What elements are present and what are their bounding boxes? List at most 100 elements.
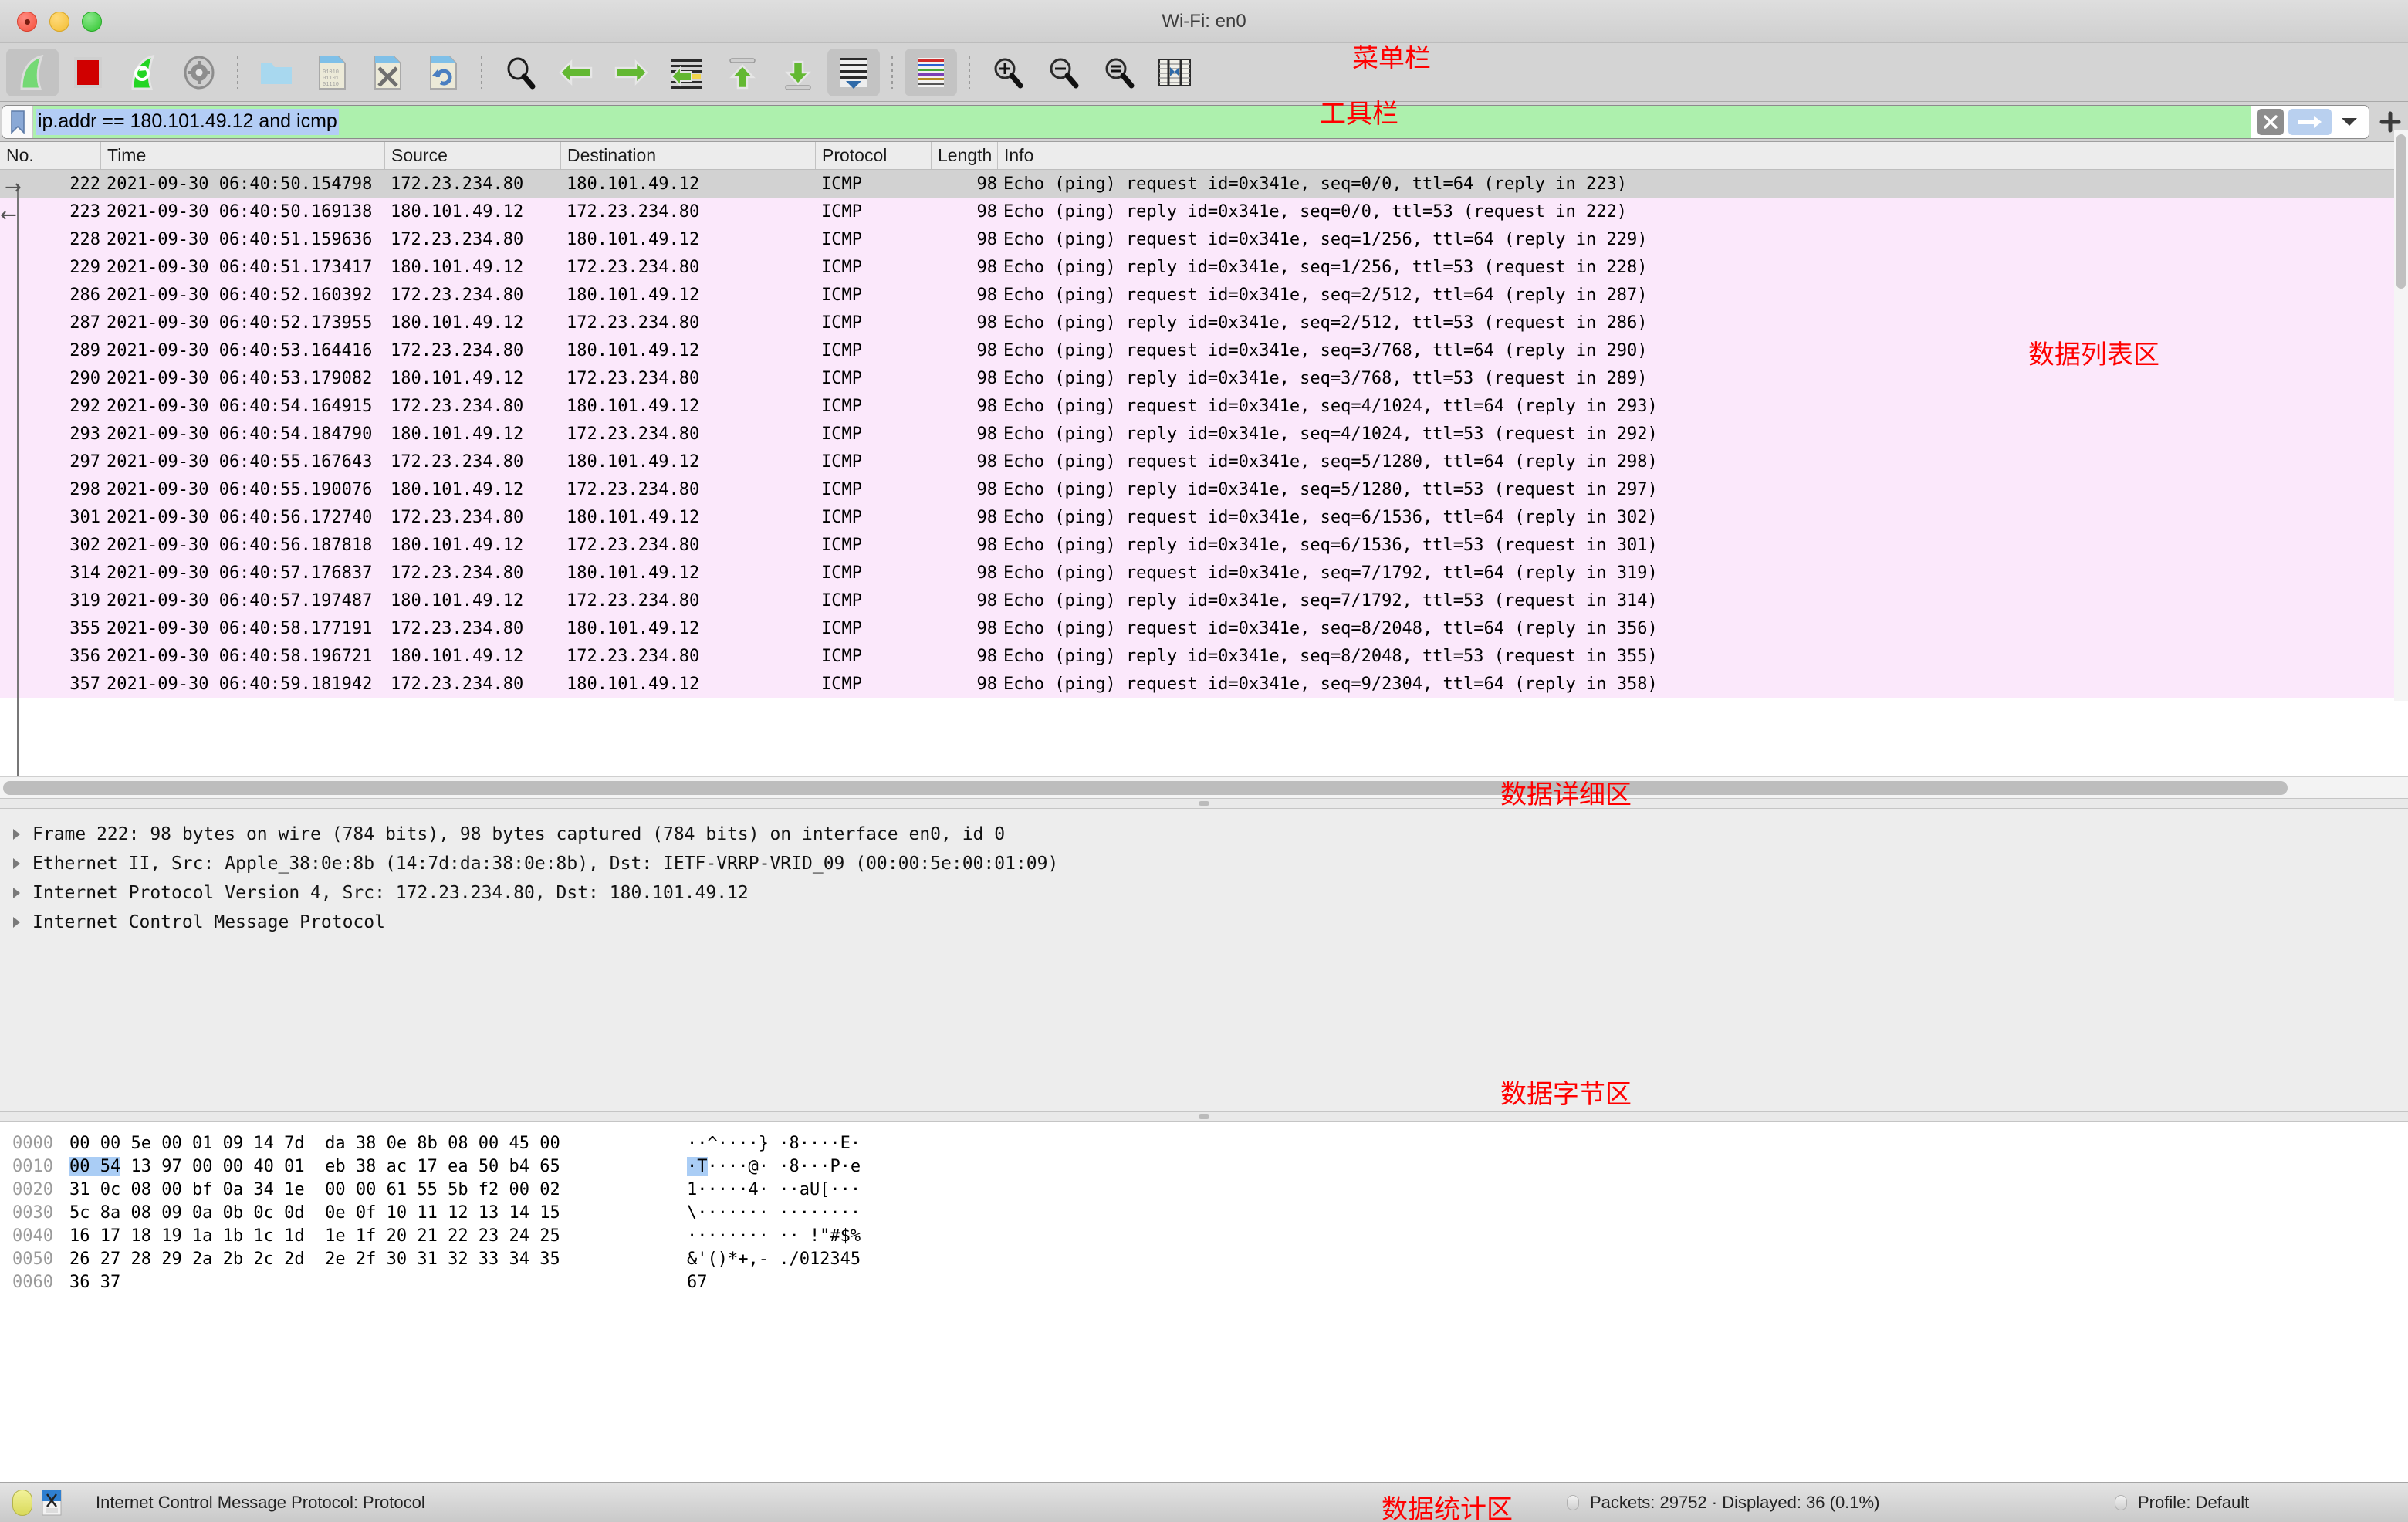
filter-dropdown-button[interactable] (2336, 109, 2362, 135)
cell-protocol: ICMP (821, 340, 862, 360)
packet-list-horizontal-scrollbar[interactable] (0, 776, 2408, 798)
window-title: Wi-Fi: en0 (1162, 10, 1246, 32)
column-header-info[interactable]: Info (997, 142, 2408, 169)
table-row[interactable]: 293 2021-09-30 06:40:54.184790 180.101.49.… (0, 420, 2408, 448)
detail-tree-item[interactable]: Frame 222: 98 bytes on wire (784 bits), … (0, 820, 2408, 849)
zoom-in-button[interactable] (982, 49, 1034, 96)
packet-detail-pane[interactable]: Frame 222: 98 bytes on wire (784 bits), … (0, 809, 2408, 1111)
table-row[interactable]: 228 2021-09-30 06:40:51.159636 172.23.234.… (0, 225, 2408, 253)
cell-length: 98 (976, 229, 998, 249)
table-row[interactable]: 287 2021-09-30 06:40:52.173955 180.101.49.… (0, 309, 2408, 337)
cell-source: 172.23.234.80 (391, 452, 524, 472)
table-row[interactable]: 298 2021-09-30 06:40:55.190076 180.101.49.… (0, 475, 2408, 503)
cell-info: Echo (ping) request id=0x341e, seq=1/256… (1003, 229, 1648, 249)
hex-dump-row[interactable]: 0000 00 00 5e 00 01 09 14 7d da 38 0e 8b … (0, 1131, 2408, 1155)
expand-triangle-icon[interactable] (0, 886, 32, 900)
detail-tree-item[interactable]: Ethernet II, Src: Apple_38:0e:8b (14:7d:… (0, 849, 2408, 878)
hex-dump-row[interactable]: 0030 5c 8a 08 09 0a 0b 0c 0d 0e 0f 10 11 … (0, 1201, 2408, 1224)
capture-file-icon[interactable] (42, 1490, 62, 1516)
status-profile-group[interactable]: Profile: Default (2115, 1493, 2249, 1513)
clear-filter-button[interactable] (2258, 108, 2284, 135)
vertical-scrollbar-thumb[interactable] (2396, 134, 2406, 289)
packet-list-rows[interactable]: → ← 222 2021-09-30 06:40:50.154798 172.23.… (0, 170, 2408, 776)
cell-info: Echo (ping) reply id=0x341e, seq=2/512, … (1003, 313, 1648, 333)
display-filter-container[interactable]: ip.addr == 180.101.49.12 and icmp (2, 104, 2369, 139)
detail-bytes-splitter[interactable] (0, 1111, 2408, 1122)
expert-info-icon[interactable] (12, 1489, 32, 1516)
cell-time: 2021-09-30 06:40:59.181942 (107, 674, 373, 694)
cell-destination: 180.101.49.12 (566, 507, 700, 527)
scrollbar-thumb[interactable] (3, 780, 2288, 795)
find-packet-button[interactable] (494, 49, 546, 96)
hex-dump-row[interactable]: 0010 00 54 13 97 00 00 40 01 eb 38 ac 17 … (0, 1155, 2408, 1178)
go-to-first-button[interactable] (716, 49, 769, 96)
cell-destination: 172.23.234.80 (566, 313, 700, 333)
table-row[interactable]: 292 2021-09-30 06:40:54.164915 172.23.234.… (0, 392, 2408, 420)
auto-scroll-button[interactable] (827, 48, 880, 96)
table-row[interactable]: 301 2021-09-30 06:40:56.172740 172.23.234.… (0, 503, 2408, 531)
cell-protocol: ICMP (821, 229, 862, 249)
table-row[interactable]: 222 2021-09-30 06:40:50.154798 172.23.234.… (0, 170, 2408, 198)
wireshark-window: Wi-Fi: en0 01010 01101 01110 ip.addr == … (0, 0, 2408, 1522)
hex-dump-row[interactable]: 0060 36 37 67 (0, 1270, 2408, 1294)
hex-dump-row[interactable]: 0050 26 27 28 29 2a 2b 2c 2d 2e 2f 30 31 … (0, 1247, 2408, 1270)
hex-dump-row[interactable]: 0020 31 0c 08 00 bf 0a 34 1e 00 00 61 55 … (0, 1178, 2408, 1201)
start-capture-button[interactable] (6, 48, 59, 96)
table-row[interactable]: 297 2021-09-30 06:40:55.167643 172.23.234.… (0, 448, 2408, 475)
table-row[interactable]: 302 2021-09-30 06:40:56.187818 180.101.49.… (0, 531, 2408, 559)
status-field-text: Internet Control Message Protocol: Proto… (96, 1492, 425, 1512)
ascii-bytes: 1·····4· ··aU[··· (687, 1179, 861, 1199)
expand-triangle-icon[interactable] (0, 827, 32, 841)
annotation-detail-pane: 数据详细区 (1500, 780, 1632, 810)
hex-dump-row[interactable]: 0040 16 17 18 19 1a 1b 1c 1d 1e 1f 20 21 … (0, 1224, 2408, 1247)
save-file-button[interactable]: 01010 01101 01110 (306, 49, 358, 96)
zoom-out-button[interactable] (1037, 49, 1090, 96)
cell-protocol: ICMP (821, 396, 862, 416)
cell-info: Echo (ping) reply id=0x341e, seq=6/1536,… (1003, 535, 1658, 555)
go-to-last-button[interactable] (772, 49, 824, 96)
detail-tree-item[interactable]: Internet Control Message Protocol (0, 908, 2408, 937)
open-file-button[interactable] (250, 49, 303, 96)
table-row[interactable]: 319 2021-09-30 06:40:57.197487 180.101.49.… (0, 587, 2408, 614)
column-header-source[interactable]: Source (384, 142, 560, 169)
ascii-bytes: ·T····@· ·8···P·e (687, 1156, 861, 1176)
table-row[interactable]: 229 2021-09-30 06:40:51.173417 180.101.49.… (0, 253, 2408, 281)
colorize-button[interactable] (905, 48, 957, 96)
column-header-time[interactable]: Time (100, 142, 384, 169)
zoom-reset-button[interactable] (1093, 49, 1145, 96)
column-header-length[interactable]: Length (931, 142, 997, 169)
hex-offset: 0020 (12, 1179, 53, 1199)
filter-bookmark-button[interactable] (2, 105, 33, 138)
table-row[interactable]: 355 2021-09-30 06:40:58.177191 172.23.234.… (0, 614, 2408, 642)
detail-tree-item[interactable]: Internet Protocol Version 4, Src: 172.23… (0, 878, 2408, 908)
column-header-no[interactable]: No. (0, 142, 100, 169)
column-header-destination[interactable]: Destination (560, 142, 815, 169)
cell-source: 180.101.49.12 (391, 368, 524, 388)
capture-options-button[interactable] (173, 49, 225, 96)
table-row[interactable]: 357 2021-09-30 06:40:59.181942 172.23.234.… (0, 670, 2408, 698)
display-filter-input[interactable]: ip.addr == 180.101.49.12 and icmp (33, 105, 2251, 138)
annotation-packet-list: 数据列表区 (2028, 340, 2159, 370)
cell-info: Echo (ping) reply id=0x341e, seq=4/1024,… (1003, 424, 1658, 444)
shark-fin-restart-icon (131, 54, 155, 90)
column-header-protocol[interactable]: Protocol (815, 142, 931, 169)
stop-capture-button[interactable] (62, 49, 114, 96)
table-row[interactable]: 286 2021-09-30 06:40:52.160392 172.23.234.… (0, 281, 2408, 309)
packet-list-detail-splitter[interactable] (0, 798, 2408, 809)
table-row[interactable]: 223 2021-09-30 06:40:50.169138 180.101.49.… (0, 198, 2408, 225)
apply-filter-button[interactable] (2288, 108, 2332, 135)
reload-file-button[interactable] (417, 49, 469, 96)
table-row[interactable]: 356 2021-09-30 06:40:58.196721 180.101.49.… (0, 642, 2408, 670)
restart-capture-button[interactable] (117, 49, 170, 96)
go-back-button[interactable] (550, 49, 602, 96)
table-row[interactable]: 314 2021-09-30 06:40:57.176837 172.23.234.… (0, 559, 2408, 587)
close-file-button[interactable] (361, 49, 414, 96)
svg-text:01101: 01101 (323, 76, 339, 82)
expand-triangle-icon[interactable] (0, 915, 32, 929)
go-to-packet-button[interactable] (661, 49, 713, 96)
expand-triangle-icon[interactable] (0, 857, 32, 871)
go-forward-button[interactable] (605, 49, 658, 96)
resize-columns-button[interactable] (1148, 49, 1201, 96)
packet-list-vertical-scrollbar[interactable] (2394, 130, 2408, 701)
packet-bytes-pane[interactable]: 0000 00 00 5e 00 01 09 14 7d da 38 0e 8b … (0, 1122, 2408, 1482)
